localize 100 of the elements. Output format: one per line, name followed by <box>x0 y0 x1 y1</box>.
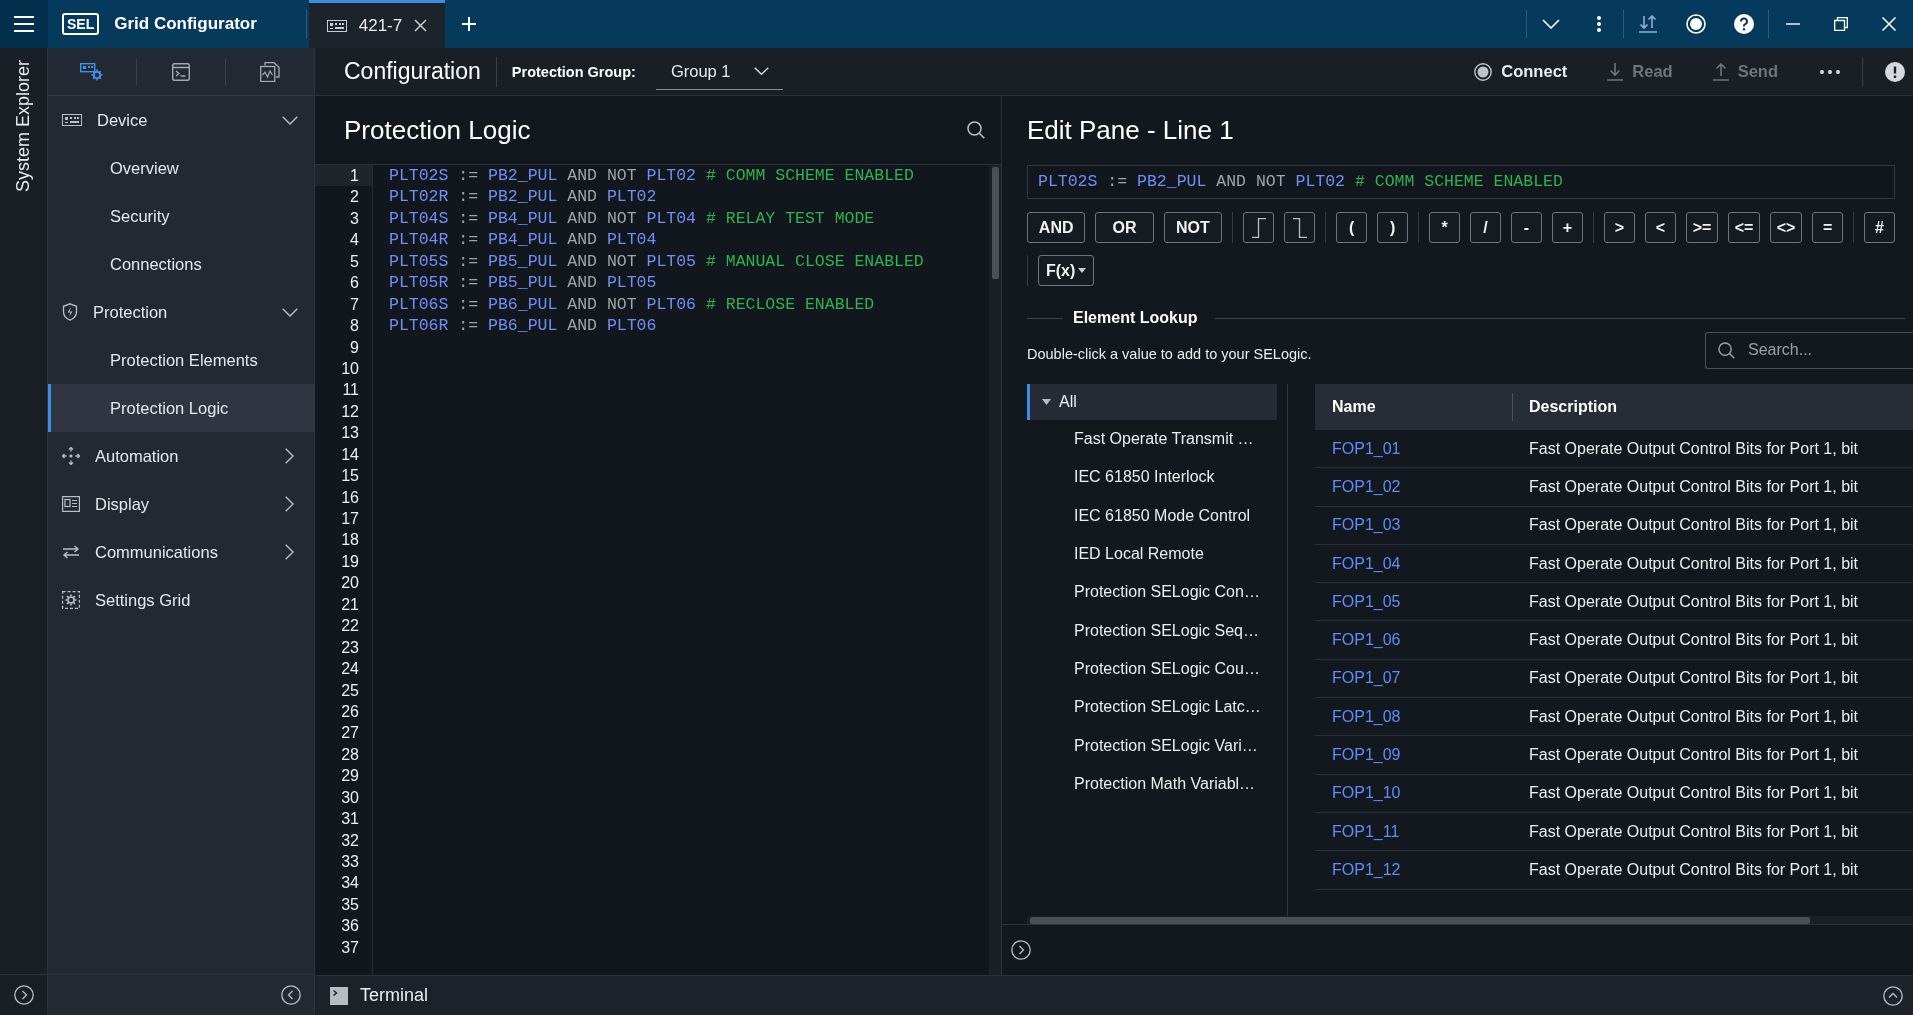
table-cell-text: FOP1_02 <box>1331 477 1402 496</box>
chevron-right-circle-icon[interactable] <box>1011 940 1031 960</box>
line-number: 9 <box>349 337 360 358</box>
operator-button[interactable]: <= <box>1728 212 1761 243</box>
function-dropdown[interactable]: F(x) <box>1038 255 1095 286</box>
tree-item[interactable]: Protection SELogic Latc… <box>1027 688 1287 727</box>
operator-button[interactable]: AND <box>1027 212 1086 243</box>
operator-button[interactable]: * <box>1429 212 1461 243</box>
table-cell-text: Fast Operate Output Control Bits for Port 1, bit <box>1528 554 1859 573</box>
nav-group[interactable]: Automation <box>48 432 314 480</box>
line-number: 22 <box>340 616 360 637</box>
line-number: 27 <box>340 723 360 744</box>
table-cell-text: Fast Operate Output Control Bits for Port 1, bit <box>1528 822 1859 841</box>
chevron-left-circle-icon[interactable] <box>281 985 301 1005</box>
line-number: 37 <box>340 937 360 958</box>
table-cell-text: FOP1_09 <box>1331 746 1402 764</box>
expression-field[interactable]: PLT02S := PB2_PUL AND NOT PLT02 # COMM SCHEME ENABLED <box>1027 165 1895 199</box>
table-cell-text: FOP1_05 <box>1331 592 1402 611</box>
operator-button[interactable]: >= <box>1686 212 1719 243</box>
line-number: 13 <box>340 423 360 444</box>
operator-button[interactable]: ( <box>1336 212 1368 243</box>
nav-item[interactable]: Security <box>48 192 314 240</box>
radio-icon <box>1474 62 1493 81</box>
code-line: PLT06S := PB6_PUL AND NOT PLT06 # RECLOSE ENABLED <box>389 293 876 316</box>
column-header[interactable]: Name <box>1315 398 1512 416</box>
search-field[interactable]: Search... <box>1705 331 1913 369</box>
operator-button[interactable]: NOT <box>1163 212 1223 243</box>
tree-item[interactable]: Fast Operate Transmit … <box>1027 420 1287 459</box>
transfer-icon <box>1639 15 1657 33</box>
device-icon <box>62 114 82 126</box>
line-number: 19 <box>340 551 360 572</box>
caret-down-icon <box>1078 268 1087 273</box>
operator-button[interactable]: / <box>1470 212 1502 243</box>
alert-icon[interactable] <box>1885 61 1905 82</box>
tree-item[interactable]: IEC 61850 Interlock <box>1027 458 1287 497</box>
grid-gear-icon <box>62 591 80 609</box>
operator-button[interactable]: # <box>1864 212 1896 243</box>
line-number: 2 <box>349 187 360 208</box>
close-icon[interactable] <box>414 19 428 32</box>
document-chart-icon <box>260 61 280 82</box>
terminal-tab[interactable]: Terminal <box>360 985 429 1006</box>
chevron-up-circle-icon[interactable] <box>1883 985 1903 1006</box>
nav-group[interactable]: Protection <box>48 288 314 336</box>
code-line: PLT02S := PB2_PUL AND NOT PLT02 # COMM SCHEME ENABLED <box>389 165 915 187</box>
table-cell-text: Fast Operate Output Control Bits for Port 1, bit <box>1528 669 1859 688</box>
line-number: 32 <box>340 830 360 851</box>
operator-button[interactable]: OR <box>1095 212 1154 243</box>
scrollbar[interactable] <box>1030 916 1810 924</box>
upload-icon <box>1712 62 1729 81</box>
menu-button[interactable] <box>0 0 48 48</box>
terminal-icon[interactable] <box>330 986 348 1005</box>
panel-title[interactable]: System Explorer <box>13 60 34 193</box>
tree-item[interactable]: Protection SELogic Vari… <box>1027 726 1287 765</box>
device-icon <box>326 19 347 32</box>
line-number: 5 <box>349 251 360 272</box>
group-dropdown[interactable]: Group 1 <box>655 53 783 90</box>
rising-edge-button[interactable] <box>1243 212 1275 243</box>
tree-item[interactable]: All <box>1027 384 1277 420</box>
nav-item[interactable]: Connections <box>48 240 314 288</box>
table-cell-text: FOP1_11 <box>1331 822 1401 841</box>
tree-item[interactable]: IEC 61850 Mode Control <box>1027 496 1287 535</box>
line-number: 18 <box>340 530 360 551</box>
tree-item[interactable]: IED Local Remote <box>1027 534 1287 574</box>
table-cell-text: FOP1_03 <box>1331 516 1402 535</box>
line-number: 36 <box>340 916 360 937</box>
nav-group[interactable]: Communications <box>48 528 314 576</box>
minimize-icon <box>1786 23 1800 25</box>
table-cell-text: Fast Operate Output Control Bits for Port 1, bit <box>1528 746 1859 764</box>
line-number: 12 <box>340 401 360 422</box>
document-tab[interactable]: 421-7 <box>309 0 445 48</box>
column-header[interactable]: Description <box>1513 398 1617 416</box>
tree-item[interactable]: Protection SELogic Cou… <box>1027 649 1287 689</box>
chevron-right-circle-icon[interactable] <box>13 985 34 1005</box>
nav-group[interactable]: Device <box>48 96 314 144</box>
operator-button[interactable]: + <box>1552 212 1584 243</box>
operator-button[interactable]: > <box>1604 212 1635 243</box>
nav-item[interactable]: Protection Logic <box>48 384 314 432</box>
caret-down-icon[interactable] <box>1042 399 1051 405</box>
scrollbar[interactable] <box>991 167 999 279</box>
code-line: PLT04S := PB4_PUL AND NOT PLT04 # RELAY TEST MODE <box>389 207 876 230</box>
swap-icon <box>62 545 80 559</box>
operator-button[interactable]: ) <box>1377 212 1409 243</box>
operator-button[interactable]: < <box>1645 212 1676 243</box>
operator-button[interactable]: <> <box>1770 212 1803 243</box>
nav-group[interactable]: Settings Grid <box>48 576 314 624</box>
tree-item[interactable]: Protection SELogic Seq… <box>1027 611 1287 650</box>
nav-item[interactable]: Protection Elements <box>48 336 314 384</box>
nav-group[interactable]: Display <box>48 480 314 528</box>
operator-button[interactable]: - <box>1511 212 1543 243</box>
nav-item[interactable]: Overview <box>48 144 314 192</box>
tree-item[interactable]: Protection SELogic Con… <box>1027 573 1287 612</box>
search-icon[interactable] <box>967 121 985 139</box>
tree-item[interactable]: Protection Math Variabl… <box>1027 764 1287 803</box>
falling-edge-button[interactable] <box>1284 212 1316 243</box>
record-icon <box>1686 14 1706 34</box>
line-number: 35 <box>340 894 360 915</box>
connect-button[interactable]: Connect <box>1474 62 1568 81</box>
line-number: 3 <box>349 208 360 229</box>
table-cell-text: FOP1_04 <box>1331 554 1402 573</box>
operator-button[interactable]: = <box>1812 212 1844 243</box>
